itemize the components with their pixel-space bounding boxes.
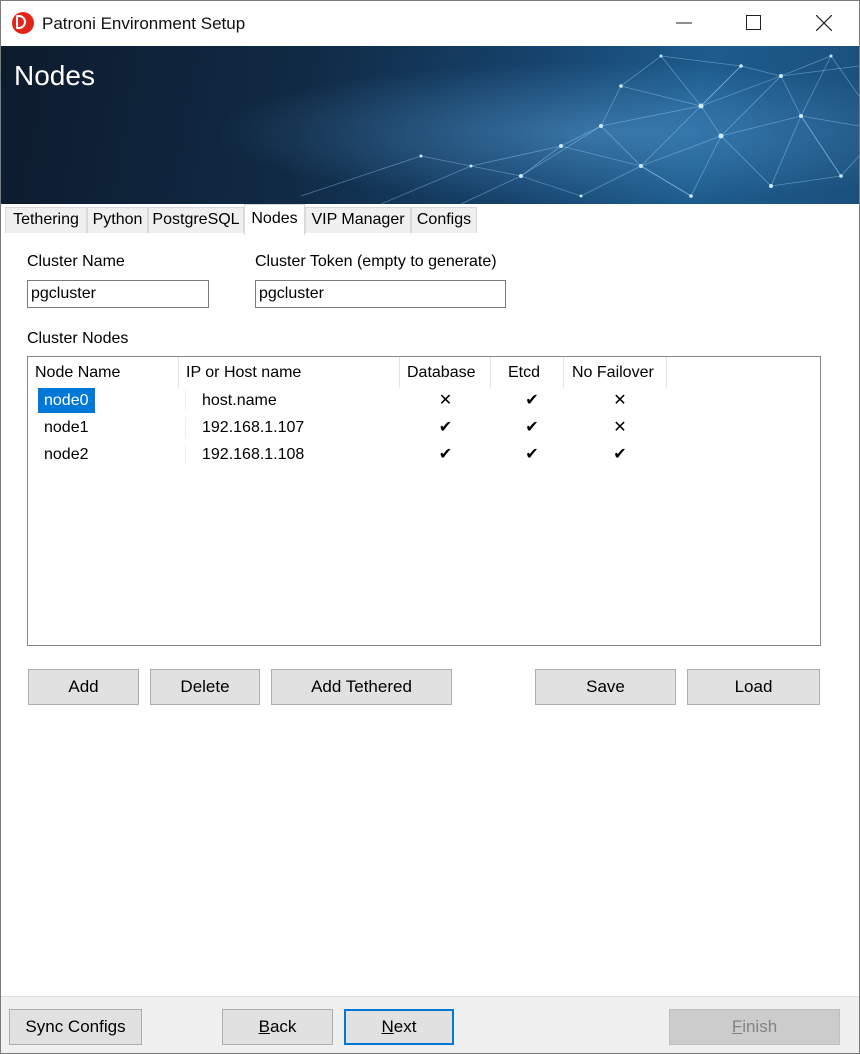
back-button[interactable]: Back (222, 1009, 333, 1045)
tab-vip-manager[interactable]: VIP Manager (305, 207, 411, 233)
finish-label-rest: inish (742, 1017, 778, 1036)
cluster-nodes-label: Cluster Nodes (27, 330, 129, 347)
nodes-tab-panel: Cluster Name Cluster Token (empty to gen… (1, 234, 859, 996)
page-title: Nodes (14, 60, 95, 91)
maximize-button[interactable] (719, 1, 789, 45)
close-button[interactable] (789, 1, 859, 45)
database-check-icon: ✔ (438, 419, 453, 436)
window-title: Patroni Environment Setup (42, 14, 246, 33)
database-cross-icon: ✕ (438, 392, 453, 409)
load-button[interactable]: Load (687, 669, 820, 705)
etcd-check-icon: ✔ (525, 392, 539, 409)
etcd-check-icon: ✔ (525, 446, 539, 463)
back-mnemonic: B (258, 1017, 270, 1036)
next-button[interactable]: Next (344, 1009, 454, 1045)
title-bar: Patroni Environment Setup (1, 1, 859, 45)
cell-divider (185, 417, 186, 438)
cluster-name-label: Cluster Name (27, 253, 125, 270)
column-header-database[interactable]: Database (400, 357, 491, 388)
close-icon (816, 15, 832, 31)
wizard-footer: Sync Configs Back Next Finish (1, 996, 859, 1053)
database-check-icon: ✔ (438, 446, 453, 463)
table-row[interactable]: node2 192.168.1.108 ✔ ✔ ✔ (28, 441, 820, 468)
sync-configs-button[interactable]: Sync Configs (9, 1009, 142, 1045)
delete-button[interactable]: Delete (150, 669, 260, 705)
network-background-graphic (1, 46, 859, 204)
host-cell: 192.168.1.108 (202, 446, 305, 463)
app-logo-icon (12, 12, 34, 34)
node-name-cell[interactable]: node1 (38, 414, 95, 441)
column-header-node-name[interactable]: Node Name (28, 357, 179, 388)
table-row[interactable]: node1 192.168.1.107 ✔ ✔ ✕ (28, 414, 820, 441)
back-label-rest: ack (269, 1017, 297, 1036)
cell-divider (185, 390, 186, 411)
column-header-host[interactable]: IP or Host name (179, 357, 400, 388)
cluster-nodes-list[interactable]: Node Name IP or Host name Database Etcd … (27, 356, 821, 646)
table-row[interactable]: node0 host.name ✕ ✔ ✕ (28, 387, 820, 414)
cluster-name-input[interactable] (27, 280, 209, 308)
etcd-check-icon: ✔ (525, 419, 539, 436)
no-failover-check-icon: ✔ (613, 446, 627, 463)
tab-tethering[interactable]: Tethering (5, 207, 87, 233)
app-window: Patroni Environment Setup Nodes Tetherin… (0, 0, 860, 1054)
tab-postgresql[interactable]: PostgreSQL (148, 207, 244, 233)
tab-nodes[interactable]: Nodes (244, 204, 305, 235)
save-button[interactable]: Save (535, 669, 676, 705)
host-cell: 192.168.1.107 (202, 419, 305, 436)
no-failover-cross-icon: ✕ (613, 419, 627, 436)
column-header-etcd[interactable]: Etcd (491, 357, 564, 388)
tab-python[interactable]: Python (87, 207, 148, 233)
tab-configs[interactable]: Configs (411, 207, 477, 233)
column-header-no-failover[interactable]: No Failover (564, 357, 667, 388)
next-label-rest: ext (393, 1017, 417, 1036)
page-banner: Nodes (1, 46, 859, 204)
host-cell: host.name (202, 392, 277, 409)
list-header: Node Name IP or Host name Database Etcd … (28, 357, 820, 388)
finish-button: Finish (669, 1009, 840, 1045)
minimize-button[interactable] (649, 1, 719, 45)
maximize-icon (746, 15, 761, 30)
add-tethered-button[interactable]: Add Tethered (271, 669, 452, 705)
node-name-cell[interactable]: node2 (38, 441, 95, 468)
add-button[interactable]: Add (28, 669, 139, 705)
next-mnemonic: N (381, 1017, 394, 1036)
no-failover-cross-icon: ✕ (613, 392, 627, 409)
cell-divider (185, 444, 186, 465)
node-name-cell[interactable]: node0 (38, 388, 95, 413)
cluster-token-input[interactable] (255, 280, 506, 308)
finish-mnemonic: F (731, 1017, 743, 1036)
tab-strip: Tethering Python PostgreSQL Nodes VIP Ma… (1, 204, 859, 235)
minimize-icon (676, 22, 692, 24)
cluster-token-label: Cluster Token (empty to generate) (255, 253, 497, 270)
